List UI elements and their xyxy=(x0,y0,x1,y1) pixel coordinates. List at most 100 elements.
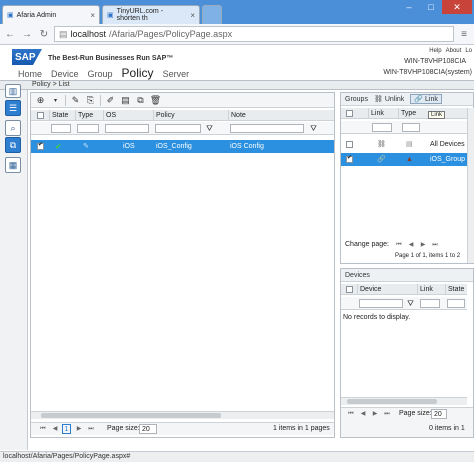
filter-row: ⛛ ⛛ xyxy=(31,122,334,135)
copy-icon[interactable]: ⧉ xyxy=(5,137,21,153)
note-filter-input[interactable] xyxy=(230,124,304,133)
clone-icon[interactable]: ⧉ xyxy=(135,95,146,106)
properties-icon[interactable]: ▤ xyxy=(120,95,131,106)
filter-icon[interactable]: ⛛ xyxy=(405,298,416,309)
devices-page-info: 0 items in 1 xyxy=(429,425,465,432)
next-page-icon[interactable]: ▶ xyxy=(75,425,83,433)
horizontal-scrollbar[interactable] xyxy=(341,397,467,405)
row-checkbox[interactable] xyxy=(346,141,353,148)
col-state[interactable]: State xyxy=(49,110,75,121)
last-page-icon[interactable]: ⏭ xyxy=(383,410,391,418)
col-link[interactable]: Link xyxy=(368,108,398,119)
nav-policy[interactable]: Policy xyxy=(122,66,154,80)
url-path: /Afaria/Pages/PolicyPage.aspx xyxy=(109,29,233,39)
new-tab-button[interactable] xyxy=(202,5,222,24)
menu-icon[interactable]: ≡ xyxy=(457,27,471,41)
os-filter-select[interactable] xyxy=(105,124,149,133)
breadcrumb: Policy > List xyxy=(0,80,474,90)
filter-icon[interactable]: ⛛ xyxy=(204,123,215,134)
about-link[interactable]: About xyxy=(446,48,462,54)
policy-filter-input[interactable] xyxy=(155,124,201,133)
new-policy-icon[interactable]: ⊕ xyxy=(35,95,46,106)
table-row[interactable]: ✔ ✎ iOS iOS_Config iOS Config xyxy=(31,140,334,153)
next-page-icon[interactable]: ▶ xyxy=(371,410,379,418)
forward-icon[interactable]: → xyxy=(20,27,34,41)
minimize-icon[interactable]: – xyxy=(398,0,420,14)
col-state[interactable]: State xyxy=(445,284,467,295)
first-page-icon[interactable]: ⏮ xyxy=(395,241,403,249)
policy-toolbar: ⊕ ▾ ✎ ⎘ ✐ ▤ ⧉ 🗑 xyxy=(31,93,334,108)
last-page-icon[interactable]: ⏭ xyxy=(87,425,95,433)
url-host: localhost xyxy=(70,29,107,39)
prev-page-icon[interactable]: ◀ xyxy=(359,410,367,418)
row-checkbox[interactable] xyxy=(346,154,353,163)
groups-grid-header: Link Type xyxy=(341,108,467,119)
table-row[interactable]: 🔗 ▲ iOS_Group xyxy=(341,153,467,166)
page-size-select[interactable]: 20 xyxy=(431,409,447,419)
filter-icon[interactable]: ⛛ xyxy=(308,123,319,134)
type-filter[interactable] xyxy=(402,123,420,132)
close-window-icon[interactable]: ✕ xyxy=(442,0,472,14)
link-filter[interactable] xyxy=(420,299,440,308)
tab-afaria-admin[interactable]: ▣ Afaria Admin × xyxy=(2,5,100,24)
horizontal-scrollbar[interactable] xyxy=(31,411,334,419)
next-page-icon[interactable]: ▶ xyxy=(419,241,427,249)
prev-page-icon[interactable]: ◀ xyxy=(51,425,59,433)
back-icon[interactable]: ← xyxy=(3,27,17,41)
nav-device[interactable]: Device xyxy=(51,69,79,79)
unlink-button[interactable]: ⛓ Unlink xyxy=(374,95,404,104)
first-page-icon[interactable]: ⏮ xyxy=(39,425,47,433)
maximize-icon[interactable]: □ xyxy=(420,0,442,14)
row-checkbox[interactable] xyxy=(37,141,44,150)
col-policy[interactable]: Policy xyxy=(153,110,228,121)
col-type[interactable]: Type xyxy=(75,110,103,121)
table-row[interactable]: ⛓ ▤ All Devices xyxy=(341,138,467,151)
copy-icon[interactable]: ⎘ xyxy=(85,95,96,106)
nav-server[interactable]: Server xyxy=(163,69,190,79)
first-page-icon[interactable]: ⏮ xyxy=(347,410,355,418)
prev-page-icon[interactable]: ◀ xyxy=(407,241,415,249)
col-link[interactable]: Link xyxy=(417,284,445,295)
dropdown-chevron-icon[interactable]: ▾ xyxy=(50,95,61,106)
page-icon: ▣ xyxy=(7,12,14,19)
close-icon[interactable]: × xyxy=(90,11,95,20)
select-all-checkbox[interactable] xyxy=(37,112,44,119)
url-field[interactable]: ▤ localhost/Afaria/Pages/PolicyPage.aspx xyxy=(54,26,454,42)
select-all-checkbox[interactable] xyxy=(346,110,353,117)
page-size-select[interactable]: 20 xyxy=(139,424,157,434)
col-note[interactable]: Note xyxy=(228,110,334,121)
reload-icon[interactable]: ↻ xyxy=(37,27,51,41)
last-page-icon[interactable]: ⏭ xyxy=(431,241,439,249)
col-type[interactable]: Type xyxy=(398,108,426,119)
tab-label: TinyURL.com - shorten th xyxy=(116,8,164,22)
link-filter[interactable] xyxy=(372,123,392,132)
tab-tinyurl[interactable]: ▣ TinyURL.com - shorten th × xyxy=(102,5,200,24)
device-filter-input[interactable] xyxy=(359,299,403,308)
server-icon[interactable]: ▦ xyxy=(5,157,21,173)
type-filter[interactable] xyxy=(77,124,99,133)
delete-icon[interactable]: 🗑 xyxy=(150,95,161,106)
devices-pager: ⏮ ◀ ▶ ⏭ Page size: 20 0 items in 1 xyxy=(341,407,473,437)
state-filter[interactable] xyxy=(51,124,71,133)
nav-group[interactable]: Group xyxy=(88,69,113,79)
logout-link[interactable]: Lo xyxy=(465,48,472,54)
page-number[interactable]: 1 xyxy=(62,424,71,434)
help-link[interactable]: Help xyxy=(429,48,441,54)
list-icon[interactable]: ☰ xyxy=(5,100,21,116)
col-os[interactable]: OS xyxy=(103,110,153,121)
toolbar-divider xyxy=(100,94,101,106)
select-all-checkbox[interactable] xyxy=(346,286,353,293)
edit-icon[interactable]: ✎ xyxy=(70,95,81,106)
link-button[interactable]: 🔗 Link xyxy=(410,94,442,104)
nav-home[interactable]: Home xyxy=(18,69,42,79)
scroll-thumb[interactable] xyxy=(347,399,437,404)
vertical-scrollbar[interactable] xyxy=(467,108,474,263)
col-device[interactable]: Device xyxy=(357,284,417,295)
scroll-thumb[interactable] xyxy=(41,413,221,418)
edit-rules-icon[interactable]: ✐ xyxy=(105,95,116,106)
policy-pager: ⏮ ◀ 1 ▶ ⏭ Page size: 20 1 items in 1 pag… xyxy=(31,422,334,435)
chart-icon[interactable]: ▥ xyxy=(5,84,21,98)
search-doc-icon[interactable]: ⌕ xyxy=(5,120,21,136)
state-filter[interactable] xyxy=(447,299,465,308)
close-icon[interactable]: × xyxy=(190,11,195,20)
